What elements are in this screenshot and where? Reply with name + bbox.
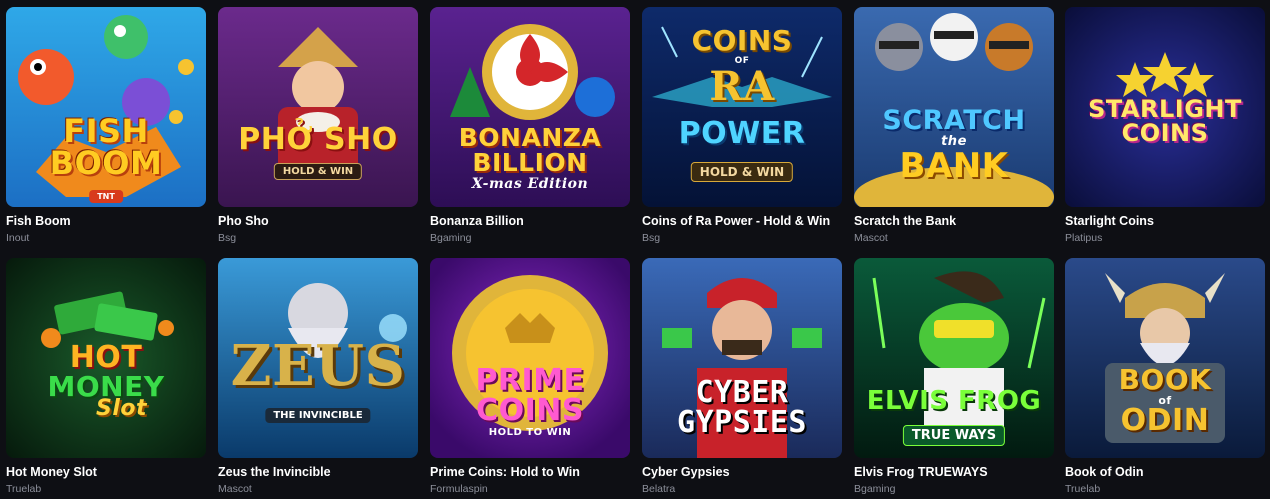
game-thumbnail[interactable]: BONANZA BILLION X-mas Edition <box>430 7 630 207</box>
game-card-prime-coins[interactable]: PRIME COINS HOLD TO WIN Prime Coins: Hol… <box>430 258 630 495</box>
game-title[interactable]: Hot Money Slot <box>6 465 97 479</box>
game-thumbnail[interactable]: ZEUS THE INVINCIBLE <box>218 258 418 458</box>
game-provider: Belatra <box>642 483 676 495</box>
game-card-starlight-coins[interactable]: STARLIGHT COINS Starlight Coins Platipus <box>1065 7 1265 244</box>
game-title[interactable]: Cyber Gypsies <box>642 465 730 479</box>
game-logo-line: COINS <box>476 393 584 428</box>
game-logo-line: ZEUS <box>230 333 406 399</box>
game-logo-line: FISH <box>63 112 149 150</box>
game-logo-line: CYBER <box>695 375 789 410</box>
game-thumbnail[interactable]: SCRATCH the BANK <box>854 7 1054 207</box>
game-title[interactable]: Fish Boom <box>6 214 71 228</box>
game-card-pho-sho[interactable]: PHỞ SHO HOLD & WIN Pho Sho Bsg <box>218 7 418 244</box>
game-logo-line: BANK <box>899 146 1009 186</box>
game-card-zeus-the-invincible[interactable]: ZEUS THE INVINCIBLE Zeus the Invincible … <box>218 258 418 495</box>
game-provider: Bgaming <box>430 232 472 244</box>
game-thumbnail[interactable]: ELVIS FROG TRUE WAYS <box>854 258 1054 458</box>
game-logo-line: BONANZA <box>458 123 602 152</box>
game-logo-line: ELVIS FROG <box>866 386 1042 416</box>
game-thumbnail[interactable]: STARLIGHT COINS <box>1065 7 1265 207</box>
game-logo-line: PRIME <box>475 363 585 398</box>
game-card-scratch-the-bank[interactable]: SCRATCH the BANK Scratch the Bank Mascot <box>854 7 1054 244</box>
game-title[interactable]: Book of Odin <box>1065 465 1143 479</box>
game-thumbnail[interactable]: CYBER GYPSIES <box>642 258 842 458</box>
game-title[interactable]: Starlight Coins <box>1065 214 1154 228</box>
game-logo-line: BILLION <box>472 148 588 177</box>
game-thumbnail[interactable]: PRIME COINS HOLD TO WIN <box>430 258 630 458</box>
game-card-coins-of-ra-power[interactable]: COINS OF RA POWER HOLD & WIN Coins of Ra… <box>642 7 842 244</box>
game-card-hot-money-slot[interactable]: HOT MONEY Slot Hot Money Slot Truelab <box>6 258 206 495</box>
game-provider: Mascot <box>218 483 252 495</box>
game-card-elvis-frog[interactable]: ELVIS FROG TRUE WAYS Elvis Frog TRUEWAYS… <box>854 258 1054 495</box>
game-title[interactable]: Elvis Frog TRUEWAYS <box>854 465 988 479</box>
game-title[interactable]: Zeus the Invincible <box>218 465 331 479</box>
game-title[interactable]: Bonanza Billion <box>430 214 524 228</box>
game-thumbnail[interactable]: COINS OF RA POWER HOLD & WIN <box>642 7 842 207</box>
game-logo-line: BOOK <box>1118 363 1212 396</box>
game-provider: Mascot <box>854 232 888 244</box>
game-logo-line: GYPSIES <box>677 405 807 440</box>
game-logo-sub: X-mas Edition <box>471 176 589 192</box>
game-logo-sub: HOLD TO WIN <box>488 427 572 438</box>
games-grid: FISH BOOM TNT Fish Boom Inout PHỞ SHO HO… <box>0 0 1270 499</box>
game-provider: Bgaming <box>854 483 896 495</box>
game-badge: HOLD & WIN <box>273 163 363 180</box>
game-logo-line: COINS <box>691 24 793 57</box>
game-provider: Truelab <box>6 483 42 495</box>
game-provider: Formulaspin <box>430 483 488 495</box>
game-thumbnail[interactable]: PHỞ SHO HOLD & WIN <box>218 7 418 207</box>
game-provider: Bsg <box>642 232 661 244</box>
game-badge: HOLD & WIN <box>690 162 794 182</box>
game-logo-line: SCRATCH <box>882 105 1026 136</box>
game-logo-line: STARLIGHT <box>1088 95 1242 123</box>
game-provider: Inout <box>6 232 30 244</box>
game-card-cyber-gypsies[interactable]: CYBER GYPSIES Cyber Gypsies Belatra <box>642 258 842 495</box>
game-card-book-of-odin[interactable]: BOOK of ODIN Book of Odin Truelab <box>1065 258 1265 495</box>
game-logo-sub: TNT <box>89 190 123 203</box>
game-thumbnail[interactable]: FISH BOOM TNT <box>6 7 206 207</box>
game-logo-line: PHỞ SHO <box>238 122 398 157</box>
game-thumbnail[interactable]: BOOK of ODIN <box>1065 258 1265 458</box>
game-title[interactable]: Pho Sho <box>218 214 269 228</box>
game-logo-line: ODIN <box>1120 403 1210 438</box>
game-logo-sub: Slot <box>96 396 148 421</box>
game-logo-line: HOT <box>69 340 143 375</box>
game-provider: Bsg <box>218 232 237 244</box>
game-provider: Truelab <box>1065 483 1101 495</box>
game-logo-sub: THE INVINCIBLE <box>265 408 371 423</box>
game-card-fish-boom[interactable]: FISH BOOM TNT Fish Boom Inout <box>6 7 206 244</box>
game-thumbnail[interactable]: HOT MONEY Slot <box>6 258 206 458</box>
game-card-bonanza-billion[interactable]: BONANZA BILLION X-mas Edition Bonanza Bi… <box>430 7 630 244</box>
game-logo-line: RA <box>709 63 775 110</box>
game-badge: TRUE WAYS <box>902 425 1006 446</box>
game-title[interactable]: Scratch the Bank <box>854 214 956 228</box>
game-title[interactable]: Coins of Ra Power - Hold & Win <box>642 214 830 228</box>
game-provider: Platipus <box>1065 232 1103 244</box>
game-logo-line: BOOM <box>49 144 163 182</box>
game-logo-line: POWER <box>678 116 806 151</box>
game-logo-line: COINS <box>1121 119 1209 147</box>
game-title[interactable]: Prime Coins: Hold to Win <box>430 465 580 479</box>
